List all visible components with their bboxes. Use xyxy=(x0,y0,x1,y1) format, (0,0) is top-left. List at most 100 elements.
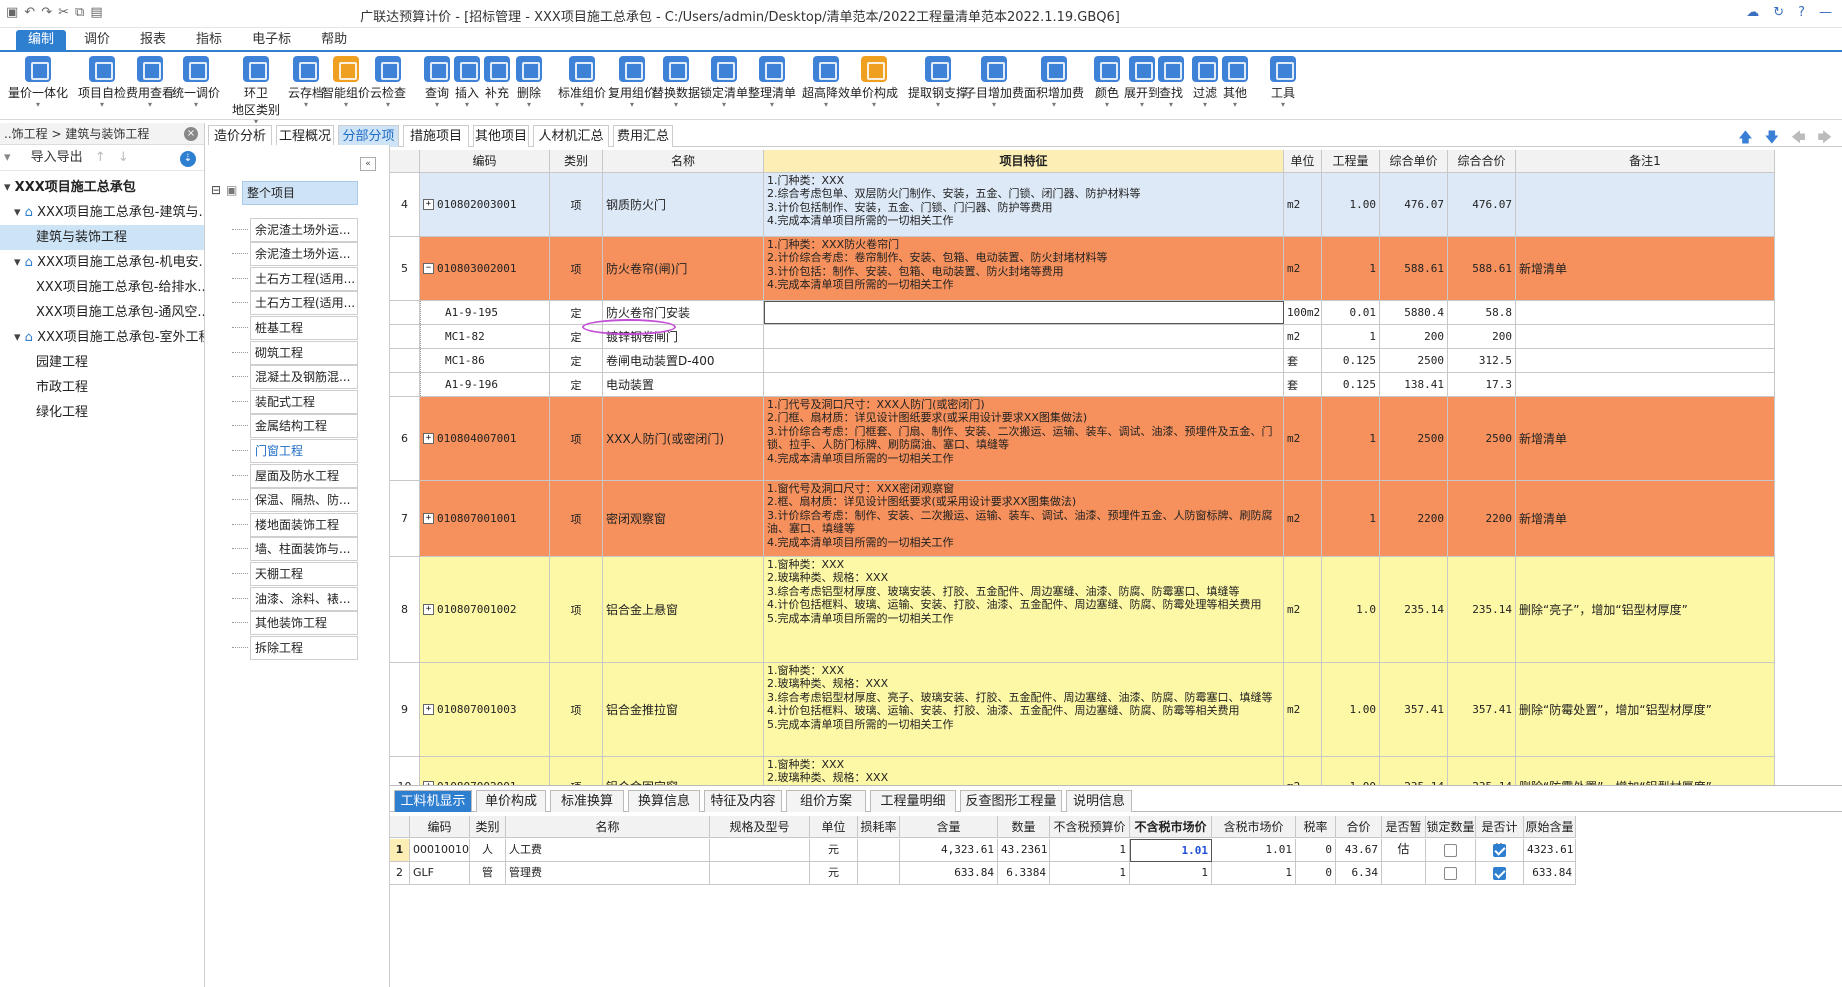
ribbon-button-2[interactable]: 费用查看 ▾ xyxy=(126,56,174,109)
menu-icon[interactable]: ▾ xyxy=(4,150,11,165)
section-item-8[interactable]: 装配式工程 xyxy=(250,389,358,414)
ribbon-button-21[interactable]: 面积增加费 ▾ xyxy=(1024,56,1084,109)
resource-cell-qty[interactable]: 43.2361 xyxy=(998,839,1050,862)
section-item-4[interactable]: 土石方工程(适用... xyxy=(250,291,358,316)
table-row[interactable]: MC1-86 定卷闸电动装置D-400 套 0.125 2500 312.5 xyxy=(390,349,1775,373)
ribbon-button-6[interactable]: 智能组价 ▾ xyxy=(322,56,370,109)
ribbon-button-7[interactable]: 云检查 ▾ xyxy=(370,56,406,109)
tab-1[interactable]: 工程概况 xyxy=(276,125,334,147)
table-row[interactable]: A1-9-196 定电动装置 套 0.125 138.41 17.3 xyxy=(390,373,1775,397)
cell-name[interactable]: 密闭观察窗 xyxy=(603,481,764,556)
ribbon-button-14[interactable]: 替换数据 ▾ xyxy=(652,56,700,109)
minimize-button[interactable]: — xyxy=(1819,5,1832,20)
tree-item-3[interactable]: ▾ ⌂ XXX项目施工总承包-机电安... xyxy=(0,250,204,275)
menu-3[interactable]: 指标 xyxy=(184,30,234,50)
resource-cell-lock[interactable] xyxy=(1426,839,1476,862)
section-item-15[interactable]: 天棚工程 xyxy=(250,562,358,586)
collapse-icon[interactable]: − xyxy=(423,263,434,274)
tree-item-4[interactable]: XXX项目施工总承包-给排水... xyxy=(0,275,204,300)
ribbon-button-25[interactable]: 过滤 ▾ xyxy=(1192,56,1218,109)
section-item-10[interactable]: 门窗工程 xyxy=(250,439,358,463)
section-item-3[interactable]: 土石方工程(适用... xyxy=(250,266,358,291)
expand-icon[interactable]: ▾ xyxy=(14,255,25,270)
expand-icon[interactable]: + xyxy=(423,513,434,524)
cell-name[interactable]: 铝合金固定窗 xyxy=(603,757,764,785)
cell-name[interactable]: 铝合金推拉窗 xyxy=(603,663,764,756)
expand-icon[interactable]: + xyxy=(423,604,434,615)
section-item-9[interactable]: 金属结构工程 xyxy=(250,414,358,439)
section-item-17[interactable]: 其他装饰工程 xyxy=(250,611,358,636)
detail-tab-0[interactable]: 工料机显示 xyxy=(394,790,472,812)
expand-icon[interactable]: ▾ xyxy=(14,330,25,345)
cell-feat[interactable]: 1.门种类：XXX 2.综合考虑包单、双层防火门制作、安装，五金、门锁、闭门器、防… xyxy=(764,173,1284,236)
ribbon-button-9[interactable]: 插入 ▾ xyxy=(454,56,480,109)
cell-feat[interactable]: 1.窗种类：XXX2.玻璃种类、规格：XXX3.综合考虑铝型材厚度、亮子、玻璃安… xyxy=(764,757,1284,785)
ribbon-button-10[interactable]: 补充 ▾ xyxy=(484,56,510,109)
ribbon-button-16[interactable]: 整理清单 ▾ xyxy=(748,56,796,109)
ribbon-button-4[interactable]: 环卫 地区类别 ▾ xyxy=(232,56,280,126)
tab-2[interactable]: 分部分项 xyxy=(338,125,399,147)
cell-feat[interactable] xyxy=(764,301,1284,324)
collapse-tree-icon[interactable]: ⊟ xyxy=(211,183,221,197)
table-row[interactable]: 4 +010802003001 项钢质防火门 1.门种类：XXX 2.综合考虑包单、双层… xyxy=(390,173,1775,237)
section-item-12[interactable]: 保温、隔热、防... xyxy=(250,488,358,513)
expand-icon[interactable]: + xyxy=(423,704,434,715)
resource-cell-qty[interactable]: 6.3384 xyxy=(998,862,1050,885)
resource-cell-calc[interactable] xyxy=(1476,862,1524,885)
tab-4[interactable]: 其他项目 xyxy=(473,125,529,147)
section-item-2[interactable]: 余泥渣土场外运... xyxy=(250,242,358,267)
expand-icon[interactable]: + xyxy=(423,433,434,444)
section-item-13[interactable]: 楼地面装饰工程 xyxy=(250,512,358,537)
ribbon-button-0[interactable]: 量价一体化 ▾ xyxy=(8,56,68,109)
section-item-11[interactable]: 屋面及防水工程 xyxy=(250,463,358,488)
ribbon-button-1[interactable]: 项目自检 ▾ xyxy=(78,56,126,109)
is-priced-checkbox[interactable] xyxy=(1493,866,1506,880)
section-item-14[interactable]: 墙、柱面装饰与... xyxy=(250,537,358,562)
cell-feat[interactable]: 1.门种类：XXX防火卷帘门 2.计价综合考虑：卷帘制作、安装、包箱、电动装置、防… xyxy=(764,237,1284,300)
detail-tab-3[interactable]: 换算信息 xyxy=(628,790,700,812)
ribbon-button-8[interactable]: 查询 ▾ xyxy=(424,56,450,109)
ribbon-button-20[interactable]: 子目增加费 ▾ xyxy=(964,56,1024,109)
tree-item-9[interactable]: 绿化工程 xyxy=(0,400,204,425)
import-export-button[interactable]: 导入导出 xyxy=(31,150,83,165)
ribbon-button-18[interactable]: 单价构成 ▾ xyxy=(850,56,898,109)
detail-tab-2[interactable]: 标准换算 xyxy=(550,790,624,812)
cell-feat[interactable] xyxy=(764,373,1284,396)
detail-tab-1[interactable]: 单价构成 xyxy=(476,790,546,812)
cell-feat[interactable]: 1.窗代号及洞口尺寸：XXX密闭观察窗 2.框、扇材质：详见设计图纸要求(或采用设… xyxy=(764,481,1284,556)
resource-cell-lock[interactable] xyxy=(1426,862,1476,885)
section-item-16[interactable]: 油漆、涂料、裱... xyxy=(250,586,358,611)
table-row[interactable]: 8 +010807001002 项铝合金上悬窗 1.窗种类：XXX 2.玻璃种类、规格：… xyxy=(390,557,1775,663)
lock-quantity-checkbox[interactable] xyxy=(1444,843,1457,857)
resource-cell-mkt[interactable]: 1 xyxy=(1130,862,1212,885)
ribbon-button-15[interactable]: 锁定清单 ▾ xyxy=(700,56,748,109)
section-item-6[interactable]: 砌筑工程 xyxy=(250,340,358,365)
ribbon-button-3[interactable]: 统一调价 ▾ xyxy=(172,56,220,109)
lock-quantity-checkbox[interactable] xyxy=(1444,866,1457,880)
tree-item-0[interactable]: ▾ XXX项目施工总承包 xyxy=(0,175,204,200)
cell-name[interactable]: 铝合金上悬窗 xyxy=(603,557,764,662)
cell-name[interactable]: 钢质防火门 xyxy=(603,173,764,236)
cell-feat[interactable] xyxy=(764,325,1284,348)
section-item-0[interactable]: 整个项目 xyxy=(242,181,358,205)
section-item-7[interactable]: 混凝土及钢筋混... xyxy=(250,365,358,390)
expand-icon[interactable]: ▾ xyxy=(4,180,15,195)
resource-cell-mkt[interactable]: 1.01 xyxy=(1130,839,1212,862)
refresh-icon[interactable]: ↻ xyxy=(1773,5,1784,20)
cell-name[interactable]: 电动装置 xyxy=(603,373,764,396)
arrow-down-icon[interactable]: ↓ xyxy=(118,150,129,165)
detail-tab-7[interactable]: 反查图形工程量 xyxy=(960,790,1062,812)
ribbon-button-22[interactable]: 颜色 ▾ xyxy=(1094,56,1120,109)
ribbon-button-11[interactable]: 删除 ▾ xyxy=(516,56,542,109)
cell-name[interactable]: 防火卷帘(闸)门 xyxy=(603,237,764,300)
download-icon[interactable]: ⇣ xyxy=(180,151,196,167)
tab-5[interactable]: 人材机汇总 xyxy=(533,125,609,147)
cell-name[interactable]: 卷闸电动装置D-400 xyxy=(603,349,764,372)
tree-item-2[interactable]: 建筑与装饰工程 xyxy=(0,225,204,250)
table-row[interactable]: 7 +010807001001 项密闭观察窗 1.窗代号及洞口尺寸：XXX密闭观察窗 2… xyxy=(390,481,1775,557)
cell-feat[interactable] xyxy=(764,349,1284,372)
ribbon-button-19[interactable]: 提取钢支撑 ▾ xyxy=(908,56,968,109)
ribbon-button-26[interactable]: 其他 ▾ xyxy=(1222,56,1248,109)
ribbon-button-12[interactable]: 标准组价 ▾ xyxy=(558,56,606,109)
menu-2[interactable]: 报表 xyxy=(128,30,178,50)
